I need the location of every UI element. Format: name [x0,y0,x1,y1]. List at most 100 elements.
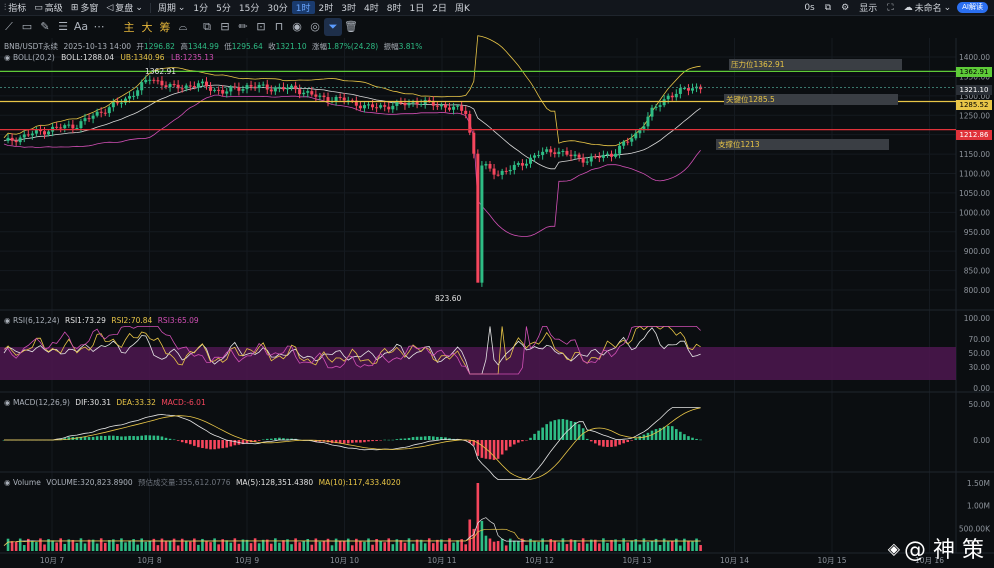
eye-icon[interactable]: ◉ [4,53,11,62]
price-tick-label: 1000.00 [959,208,990,217]
volume-legend: ◉ Volume VOLUME:320,823.8900 预估成交量:355,6… [4,478,401,487]
low-annotation: 823.60 [435,294,462,303]
volume-bar [314,538,318,551]
candle-body [504,170,508,172]
candle-body [79,121,83,129]
time-tick-label: 10月 11 [428,556,457,565]
volume-bar [43,544,46,551]
candle-body [362,105,366,109]
volume-bar [695,538,698,551]
volume-bar [71,539,75,551]
volume-bar [662,538,666,551]
volume-bar [14,541,18,551]
candle-body [302,92,306,95]
candle-body [541,151,545,156]
macd-histogram-bar [375,440,378,441]
candle-body [160,80,164,86]
candle-body [383,105,387,107]
macd-histogram-bar [423,436,427,440]
candle-body [111,102,115,108]
candle-body [577,154,581,158]
candle-body [213,89,217,91]
volume-bar [168,541,172,551]
high-annotation: 1362.91 [145,67,177,76]
eye-icon[interactable]: ◉ [4,316,11,325]
time-tick-label: 10月 8 [137,556,161,565]
macd-histogram-bar [205,440,208,449]
price-tick-label: 1400.00 [959,53,990,62]
candle-body [448,107,451,110]
volume-bar [480,520,484,551]
macd-histogram-bar [112,435,115,440]
macd-histogram-bar [691,437,694,440]
candle-body [686,88,690,91]
volume-bar [432,543,435,551]
macd-histogram-bar [606,440,609,447]
candle-body [508,169,512,172]
volume-bar [622,538,625,551]
candle-body [180,88,184,90]
volume-bar [245,539,249,551]
macd-histogram-bar [618,440,621,445]
boll-mid-line [3,84,701,170]
macd-histogram-bar [480,440,484,458]
volume-bar [581,538,585,551]
candle-body [318,95,322,97]
candle-body [192,86,196,88]
volume-bar [278,542,281,551]
volume-bar [419,539,423,551]
volume-bar [229,542,233,551]
volume-bar [270,543,273,551]
price-tick-label: 850.00 [964,267,990,276]
volume-bar [411,543,415,551]
volume-bar [233,538,237,551]
candle-body [298,89,302,95]
macd-histogram-bar [508,440,512,447]
volume-bar [310,544,314,551]
candle-body [156,80,160,82]
candle-body [670,95,674,98]
volume-bar [164,541,168,551]
macd-histogram-bar [99,435,103,440]
macd-histogram-bar [91,436,95,440]
volume-bar [557,542,561,551]
volume-bar [427,538,431,551]
candle-body [472,132,476,154]
resistance-label: 压力位1362.91 [729,59,902,70]
volume-bar [55,542,58,551]
macd-histogram-bar [432,436,435,440]
volume-bar [225,540,229,551]
volume-bar [148,540,152,551]
volume-bar [658,545,662,551]
time-tick-label: 10月 10 [330,556,359,565]
eye-icon[interactable]: ◉ [4,478,11,487]
eye-icon[interactable]: ◉ [4,398,11,407]
candle-body [387,106,391,110]
macd-histogram-bar [545,424,548,440]
price-tick-label: 950.00 [964,228,990,237]
candle-body [184,85,188,89]
macd-histogram-bar [225,440,229,448]
macd-histogram-bar [675,429,678,440]
volume-bar [99,538,103,551]
macd-histogram-bar [436,436,439,440]
macd-histogram-bar [589,440,593,442]
volume-bar [407,538,411,551]
volume-bar [391,544,395,551]
rsi-legend: ◉ RSI(6,12,24) RSI1:73.29 RSI2:70.84 RSI… [4,316,199,325]
volume-bar [176,545,180,551]
price-tick-label: 1150.00 [959,150,990,159]
volume-bar [589,539,593,551]
candle-body [691,88,694,91]
volume-bar [670,541,674,551]
volume-bar [383,542,386,551]
candle-body [310,91,314,95]
macd-histogram-bar [533,433,536,440]
macd-dea-line [4,407,701,480]
bollinger-bands [3,35,701,237]
candle-body [488,163,492,169]
price-tag-support: 1212.86 [956,130,992,140]
macd-histogram-bar [525,440,528,441]
price-tick-label: 800.00 [964,286,990,295]
volume-bar [399,540,403,551]
